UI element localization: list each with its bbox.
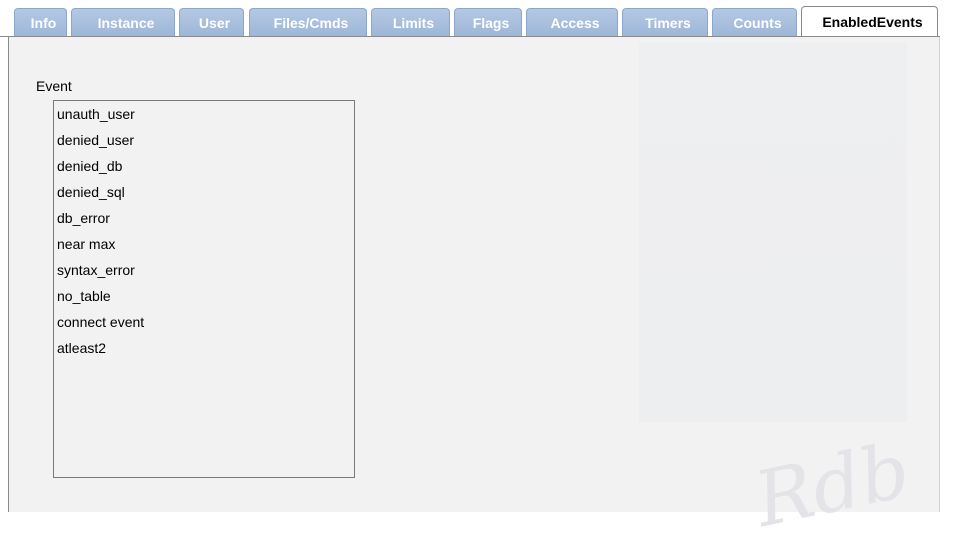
tab-enabled-events[interactable]: EnabledEvents — [801, 6, 938, 37]
tab-info[interactable]: Info — [14, 8, 67, 37]
tab-strip: Info Instance User Files/Cmds Limits Fla… — [0, 0, 953, 37]
tab-flags[interactable]: Flags — [454, 8, 522, 37]
list-item[interactable]: connect event — [54, 309, 354, 335]
enabled-events-window: Info Instance User Files/Cmds Limits Fla… — [0, 0, 953, 544]
tab-user[interactable]: User — [179, 8, 244, 37]
list-item[interactable]: near max — [54, 231, 354, 257]
list-item[interactable]: db_error — [54, 205, 354, 231]
tab-limits[interactable]: Limits — [371, 8, 450, 37]
list-item[interactable]: unauth_user — [54, 101, 354, 127]
list-item[interactable]: no_table — [54, 283, 354, 309]
list-item[interactable]: syntax_error — [54, 257, 354, 283]
tab-timers[interactable]: Timers — [622, 8, 708, 37]
tab-instance[interactable]: Instance — [71, 8, 175, 37]
event-label: Event — [36, 78, 72, 94]
event-listbox[interactable]: unauth_user denied_user denied_db denied… — [53, 100, 355, 478]
tab-files-cmds[interactable]: Files/Cmds — [249, 8, 367, 37]
tab-counts[interactable]: Counts — [712, 8, 797, 37]
tab-access[interactable]: Access — [526, 8, 618, 37]
list-item[interactable]: denied_user — [54, 127, 354, 153]
list-item[interactable]: denied_sql — [54, 179, 354, 205]
list-item[interactable]: atleast2 — [54, 335, 354, 361]
list-item[interactable]: denied_db — [54, 153, 354, 179]
